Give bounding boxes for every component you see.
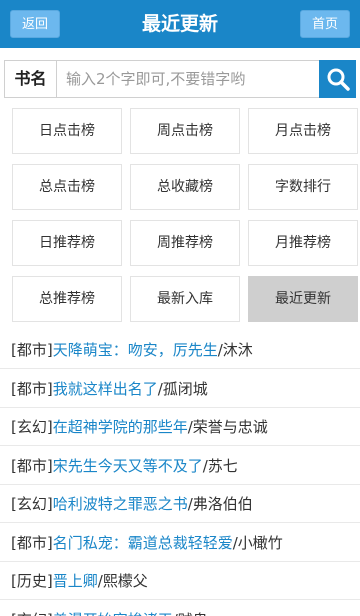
nav-item[interactable]: 最新入库	[130, 276, 240, 322]
nav-item[interactable]: 周点击榜	[130, 108, 240, 154]
list-item: [玄幻]盖漫开始穿梭诸天/贼鬼	[0, 600, 360, 616]
nav-item[interactable]: 总推荐榜	[12, 276, 122, 322]
book-author: 荣誉与忠诚	[192, 418, 268, 436]
nav-item[interactable]: 月推荐榜	[248, 220, 358, 266]
search-bar: 书名	[4, 60, 356, 98]
list-item: [历史]晋上卿/熙檬父	[0, 561, 360, 600]
nav-item[interactable]: 总点击榜	[12, 164, 122, 210]
search-icon	[327, 68, 350, 91]
book-category: [历史]	[11, 572, 53, 590]
nav-item[interactable]: 周推荐榜	[130, 220, 240, 266]
book-author: 苏七	[207, 456, 238, 475]
book-author: 沐沐	[222, 341, 253, 359]
list-item: [都市]宋先生今天又等不及了/苏七	[0, 446, 360, 485]
book-title-link[interactable]: 在超神学院的那些年	[53, 418, 188, 436]
search-button[interactable]	[319, 60, 356, 98]
header-bar: 返回 最近更新 首页	[0, 0, 360, 48]
nav-item[interactable]: 最近更新	[248, 276, 358, 322]
nav-item[interactable]: 日点击榜	[12, 108, 122, 154]
book-category: [玄幻]	[11, 495, 53, 513]
book-category: [都市]	[11, 341, 53, 359]
book-title-link[interactable]: 天降萌宝：吻安，厉先生	[53, 341, 218, 359]
book-category: [玄幻]	[11, 418, 53, 436]
book-author: 贼鬼	[178, 611, 208, 616]
book-author: 弗洛伯伯	[192, 495, 253, 513]
book-category: [都市]	[11, 456, 53, 475]
book-category: [玄幻]	[11, 611, 53, 616]
search-label: 书名	[5, 61, 57, 97]
nav-item[interactable]: 月点击榜	[248, 108, 358, 154]
book-category: [都市]	[11, 533, 53, 552]
book-title-link[interactable]: 宋先生今天又等不及了	[53, 457, 203, 475]
list-item: [都市]我就这样出名了/孤闭城	[0, 369, 360, 408]
book-category: [都市]	[11, 379, 53, 398]
book-title-link[interactable]: 我就这样出名了	[53, 380, 158, 398]
search-input[interactable]	[58, 61, 320, 97]
book-title-link[interactable]: 晋上卿	[53, 572, 98, 590]
list-item: [玄幻]哈利波特之罪恶之书/弗洛伯伯	[0, 484, 360, 523]
list-item: [都市]名门私宠：霸道总裁轻轻爱/小橄竹	[0, 523, 360, 562]
book-author: 孤闭城	[162, 379, 208, 398]
list-item: [玄幻]在超神学院的那些年/荣誉与忠诚	[0, 407, 360, 446]
book-title-link[interactable]: 盖漫开始穿梭诸天	[53, 611, 173, 616]
home-button[interactable]: 首页	[300, 10, 350, 38]
book-author: 小橄竹	[237, 533, 283, 552]
list-item: [都市]天降萌宝：吻安，厉先生/沐沐	[0, 330, 360, 369]
book-title-link[interactable]: 哈利波特之罪恶之书	[53, 495, 188, 513]
nav-item[interactable]: 总收藏榜	[130, 164, 240, 210]
nav-item[interactable]: 日推荐榜	[12, 220, 122, 266]
nav-item[interactable]: 字数排行	[248, 164, 358, 210]
book-title-link[interactable]: 名门私宠：霸道总裁轻轻爱	[53, 534, 233, 552]
book-author: 熙檬父	[102, 572, 148, 590]
